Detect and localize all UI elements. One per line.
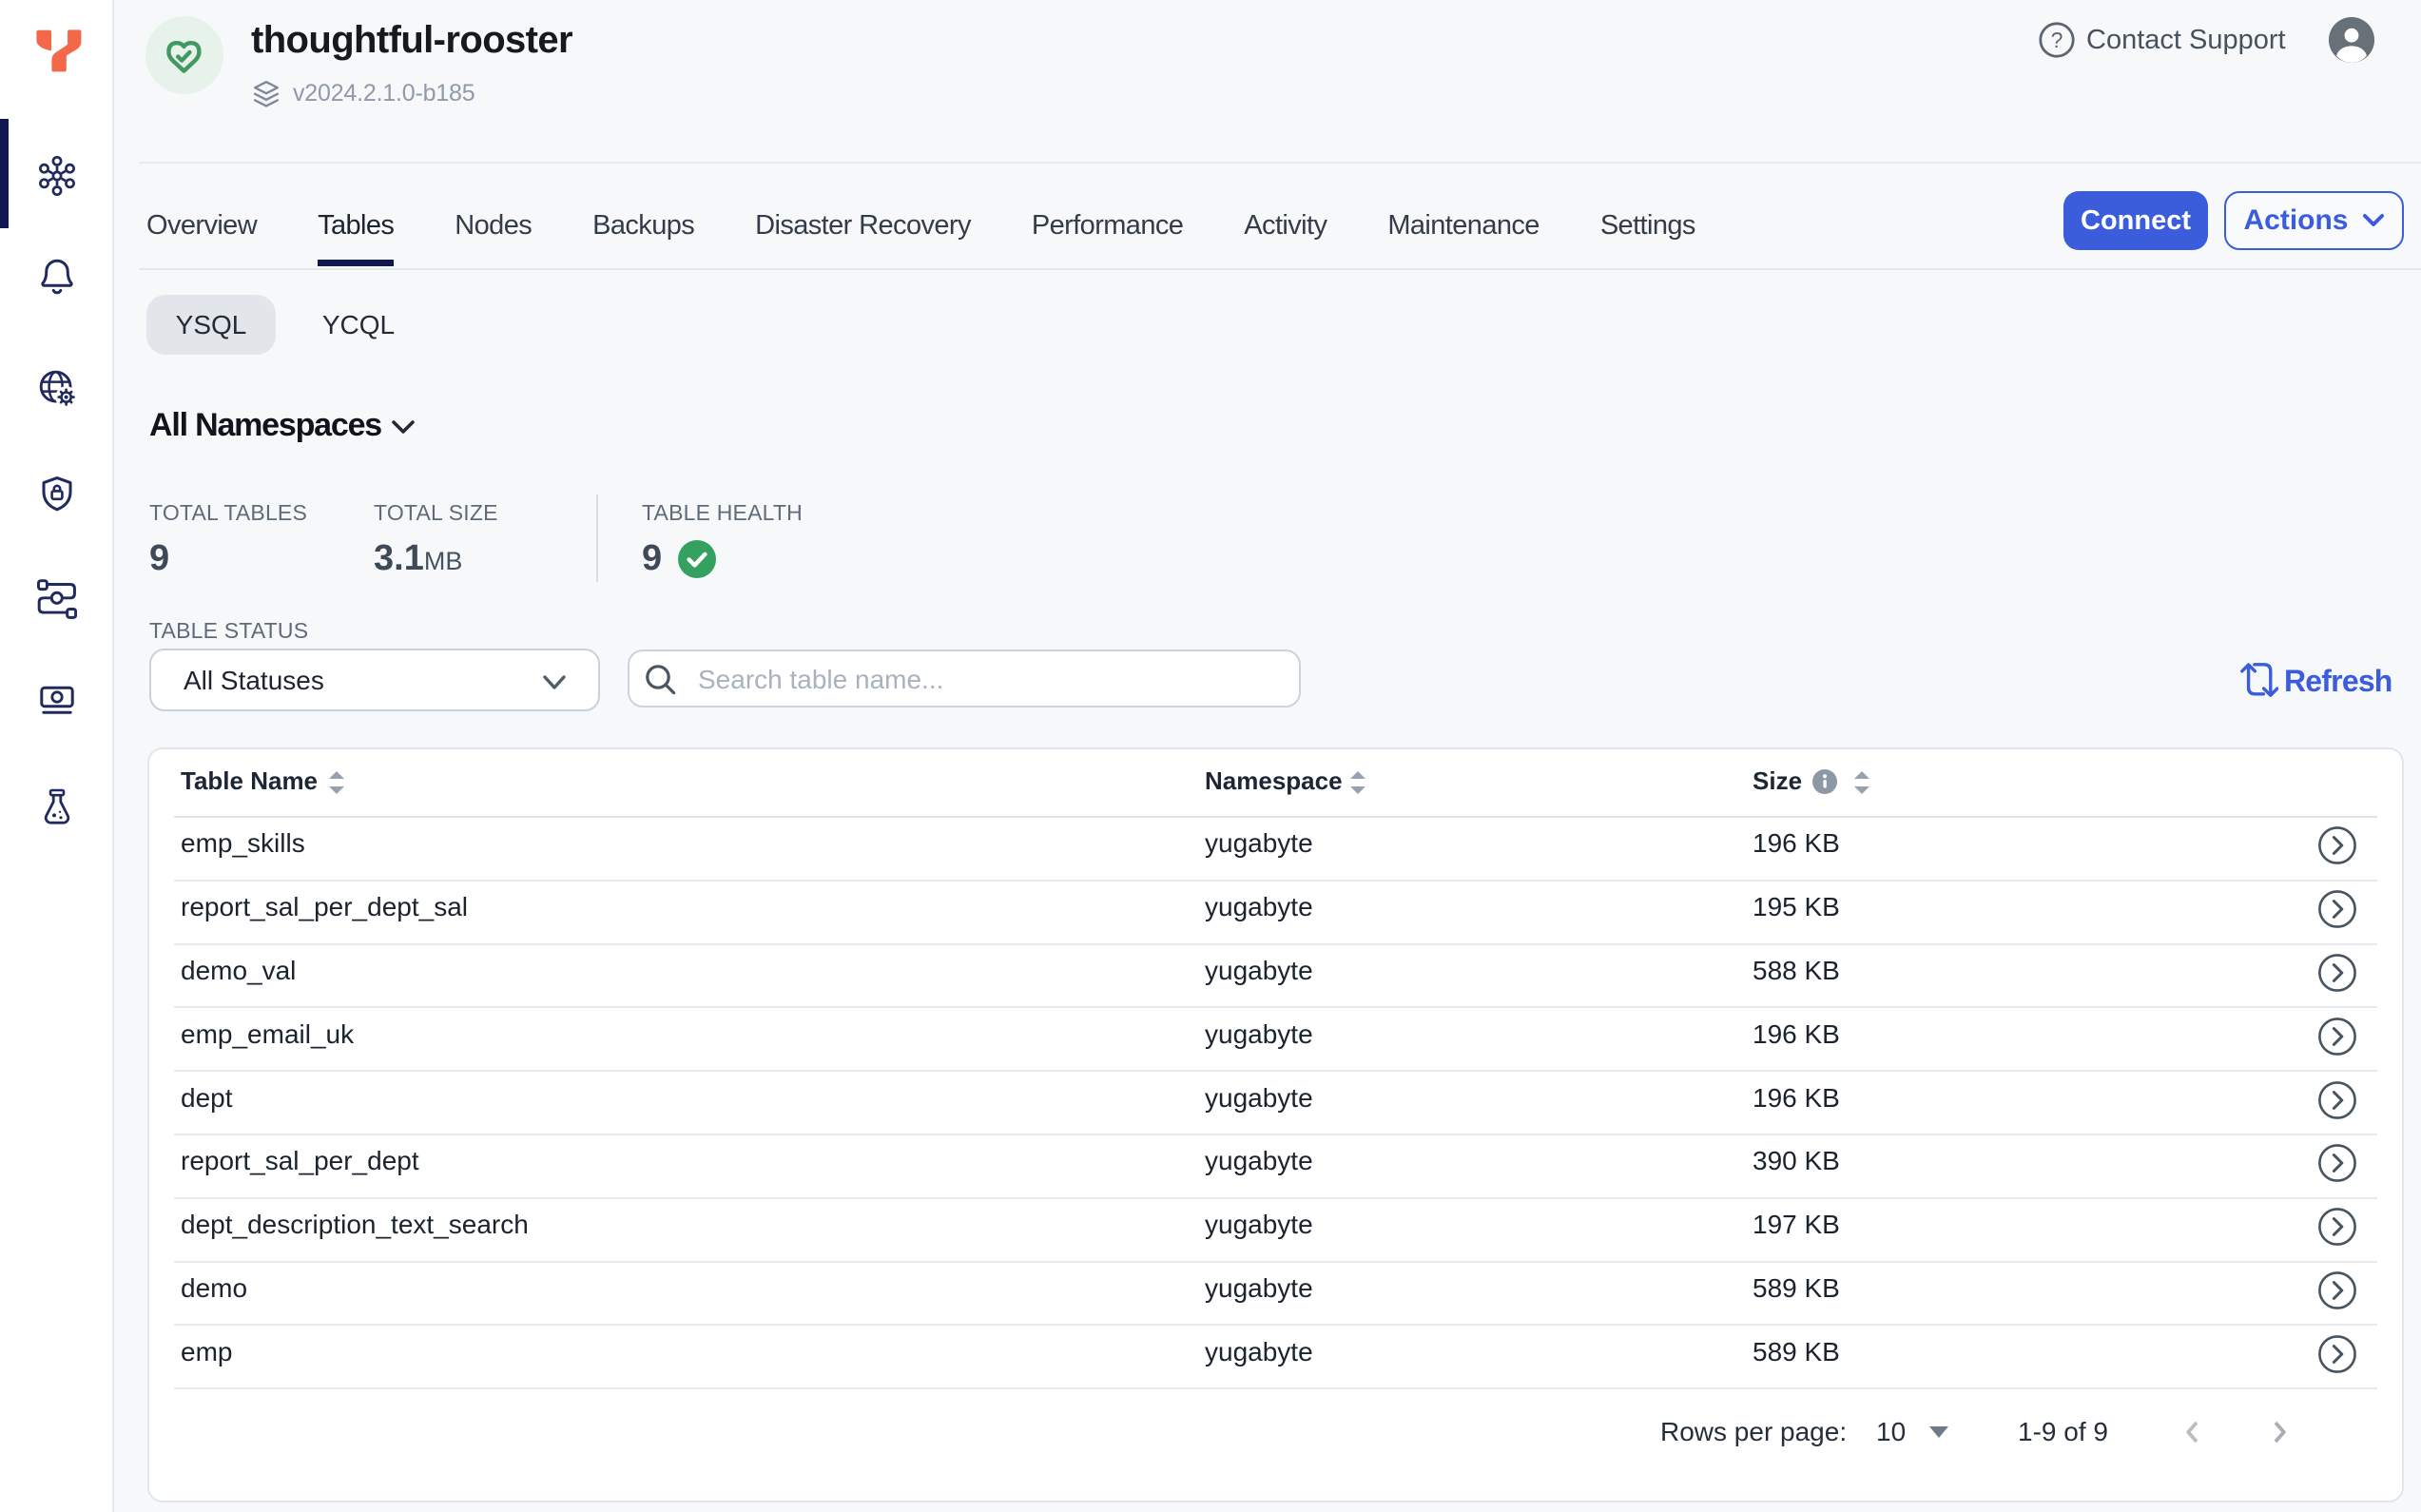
- svg-text:?: ?: [2051, 28, 2063, 52]
